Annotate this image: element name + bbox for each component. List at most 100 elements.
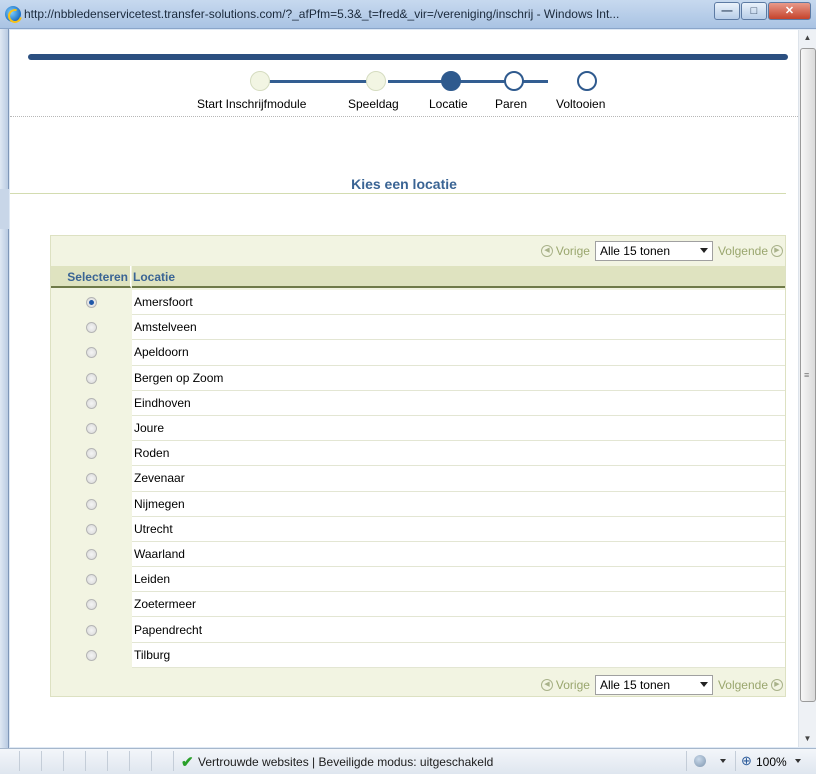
column-header-location[interactable]: Locatie — [132, 266, 785, 288]
location-radio[interactable] — [85, 473, 97, 485]
dropdown-arrow-icon — [699, 682, 708, 687]
select-cell — [51, 391, 131, 416]
location-name: Amstelveen — [132, 315, 785, 341]
location-name: Nijmegen — [132, 491, 785, 517]
vertical-scrollbar[interactable]: ▲ ≡ ▼ — [798, 30, 816, 747]
table-body: Amersfoort Amstelveen Apeldoorn Bergen op Z… — [51, 290, 785, 668]
location-radio[interactable] — [85, 548, 97, 560]
zoom-level[interactable]: 100% — [756, 755, 787, 769]
select-cell — [51, 466, 131, 491]
train-step-speeldag[interactable]: Speeldag — [348, 97, 399, 111]
table-row[interactable]: Bergen op Zoom — [51, 365, 785, 391]
table-row[interactable]: Waarland — [51, 541, 785, 568]
close-button[interactable]: ✕ — [768, 2, 811, 20]
status-segment — [40, 751, 42, 771]
previous-link: ◀ Vorige — [540, 678, 590, 692]
select-cell — [51, 517, 131, 542]
zoom-icon[interactable]: ⊕ — [741, 753, 752, 769]
range-select[interactable]: Alle 15 tonen — [594, 675, 713, 695]
status-segment — [128, 751, 130, 771]
location-radio[interactable] — [85, 322, 97, 334]
select-cell — [51, 643, 131, 668]
train-step-locatie: Locatie — [429, 97, 468, 111]
location-radio[interactable] — [85, 599, 97, 611]
window-left-frame — [0, 29, 9, 748]
location-radio[interactable] — [85, 423, 97, 435]
table-row[interactable]: Joure — [51, 415, 785, 442]
location-radio[interactable] — [85, 397, 97, 409]
next-link: Volgende ▶ — [718, 244, 783, 258]
train-step-start[interactable]: Start Inschrijfmodule — [197, 97, 306, 111]
location-radio[interactable] — [85, 574, 97, 586]
train-node-speeldag[interactable] — [366, 71, 386, 91]
table-row[interactable]: Nijmegen — [51, 491, 785, 517]
table-row[interactable]: Roden — [51, 441, 785, 467]
previous-label: Vorige — [555, 244, 590, 258]
table-row[interactable]: Zevenaar — [51, 466, 785, 492]
scroll-grip-icon: ≡ — [804, 370, 810, 380]
status-segment — [172, 751, 174, 771]
zoom-dropdown-icon[interactable] — [795, 759, 801, 763]
table-row[interactable]: Leiden — [51, 567, 785, 593]
location-radio[interactable] — [85, 498, 97, 510]
train-node-voltooien — [577, 71, 597, 91]
status-segment — [685, 751, 687, 771]
table-row[interactable]: Apeldoorn — [51, 340, 785, 366]
table-row[interactable]: Tilburg — [51, 642, 785, 668]
next-label: Volgende — [717, 244, 768, 258]
location-radio[interactable] — [85, 649, 97, 661]
location-radio[interactable] — [85, 624, 97, 636]
location-name: Tilburg — [132, 642, 785, 668]
location-name: Utrecht — [132, 516, 785, 542]
train-divider — [10, 116, 798, 117]
table-row[interactable]: Utrecht — [51, 516, 785, 542]
previous-icon: ◀ — [540, 679, 553, 691]
maximize-button[interactable]: □ — [741, 2, 767, 20]
location-name: Zoetermeer — [132, 592, 785, 618]
status-segment — [150, 751, 152, 771]
column-header-select: Selecteren — [51, 266, 131, 288]
select-cell — [51, 617, 131, 642]
train-node-paren — [504, 71, 524, 91]
scroll-down-icon[interactable]: ▼ — [799, 731, 816, 747]
location-radio[interactable] — [85, 347, 97, 359]
select-cell — [51, 542, 131, 567]
location-radio[interactable] — [85, 372, 97, 384]
chevron-down-icon[interactable] — [720, 759, 726, 763]
window-title-bar[interactable]: http://nbbledenservicetest.transfer-solu… — [0, 0, 816, 29]
minimize-button[interactable]: — — [714, 2, 740, 20]
location-table: ◀ Vorige Alle 15 tonen Volgende ▶ Select… — [50, 235, 786, 697]
protected-mode-icon[interactable] — [694, 755, 706, 767]
security-zone-text[interactable]: Vertrouwde websites | Beveiligde modus: … — [198, 755, 493, 769]
location-name: Joure — [132, 415, 785, 442]
range-select[interactable]: Alle 15 tonen — [594, 241, 713, 261]
table-row[interactable]: Papendrecht — [51, 617, 785, 643]
top-accent-bar — [28, 54, 788, 60]
table-row[interactable]: Zoetermeer — [51, 592, 785, 618]
location-name: Leiden — [132, 567, 785, 593]
select-cell — [51, 315, 131, 340]
table-nav-top: ◀ Vorige Alle 15 tonen Volgende ▶ — [51, 238, 785, 264]
train-connector — [388, 80, 548, 83]
status-bar: ✔ Vertrouwde websites | Beveiligde modus… — [0, 748, 816, 774]
location-name: Apeldoorn — [132, 340, 785, 366]
scroll-thumb[interactable]: ≡ — [800, 48, 816, 702]
range-select-value: Alle 15 tonen — [599, 678, 670, 692]
location-name: Papendrecht — [132, 617, 785, 643]
table-row[interactable]: Amersfoort — [51, 290, 785, 316]
status-segment — [18, 751, 20, 771]
table-row[interactable]: Amstelveen — [51, 315, 785, 341]
location-name: Waarland — [132, 541, 785, 568]
table-row[interactable]: Eindhoven — [51, 390, 785, 416]
train-node-start[interactable] — [250, 71, 270, 91]
status-segment — [84, 751, 86, 771]
next-icon: ▶ — [771, 245, 783, 257]
location-radio[interactable] — [85, 297, 97, 309]
previous-label: Vorige — [555, 678, 590, 692]
location-name: Roden — [132, 441, 785, 467]
location-radio[interactable] — [85, 523, 97, 535]
location-radio[interactable] — [85, 448, 97, 460]
scroll-up-icon[interactable]: ▲ — [799, 30, 816, 46]
status-segment — [106, 751, 108, 771]
location-name: Bergen op Zoom — [132, 365, 785, 391]
